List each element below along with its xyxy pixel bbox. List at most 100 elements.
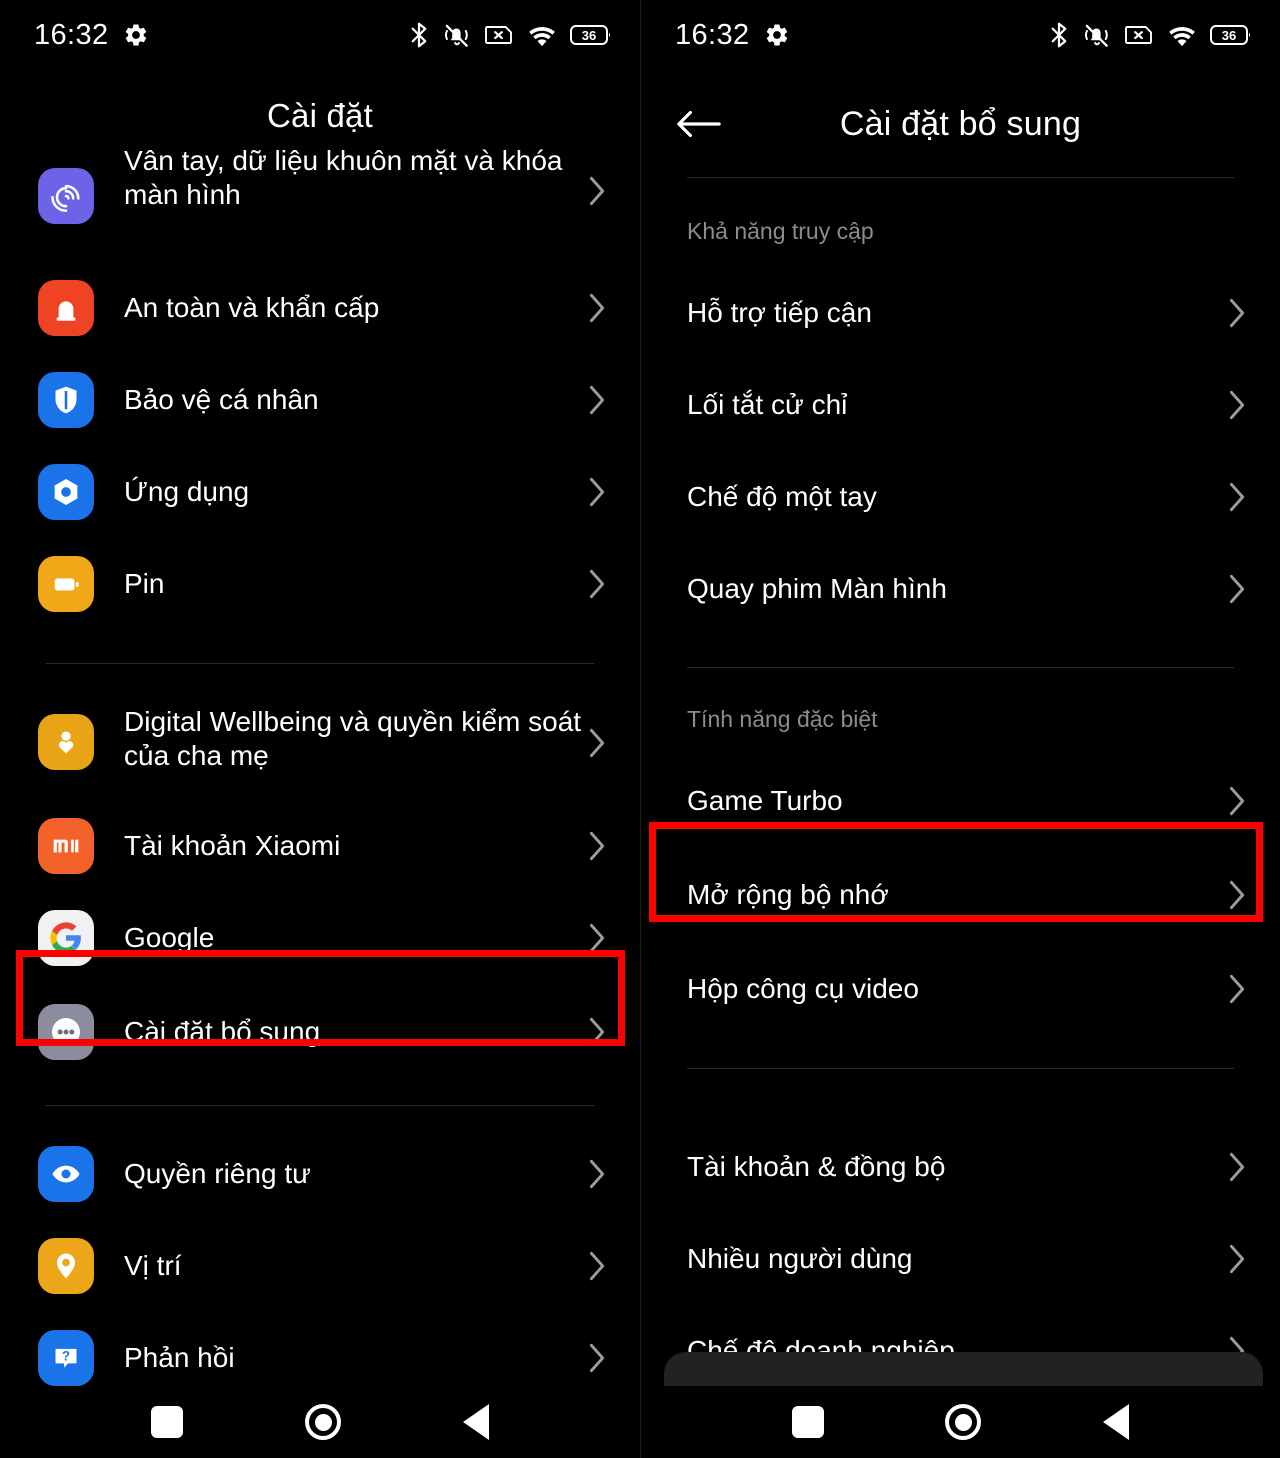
chevron-right-icon (582, 1341, 612, 1375)
list-item-accounts-sync[interactable]: Tài khoản & đồng bộ (641, 1121, 1280, 1213)
settings-list-group-1: Vân tay, dữ liệu khuôn mặt và khóa màn h… (0, 145, 640, 630)
eye-icon-wrap (38, 1146, 94, 1202)
battery-icon: 36 (1210, 22, 1254, 48)
nav-bar-left (0, 1386, 640, 1458)
battery-level-text: 36 (582, 28, 596, 43)
battery-level-text: 36 (1222, 28, 1236, 43)
chevron-right-icon (1222, 572, 1252, 606)
list-item-google[interactable]: Google (0, 892, 640, 984)
apps-hexagon-icon (38, 464, 94, 520)
svg-text:?: ? (62, 1348, 70, 1363)
nav-bar-right (641, 1386, 1280, 1458)
list-item-screen-recorder[interactable]: Quay phim Màn hình (641, 543, 1280, 635)
wifi-icon (527, 22, 557, 48)
list-item-label: Chế độ một tay (687, 480, 877, 512)
chevron-right-icon (582, 567, 612, 601)
chevron-right-icon (582, 829, 612, 863)
recents-square-icon[interactable] (151, 1406, 183, 1438)
gear-icon (123, 22, 149, 48)
chevron-right-icon (1222, 784, 1252, 818)
home-circle-icon[interactable] (945, 1404, 982, 1440)
chevron-right-icon (1222, 296, 1252, 330)
list-item-label: Vân tay, dữ liệu khuôn mặt và khóa màn h… (124, 145, 563, 211)
fingerprint-icon (38, 168, 94, 224)
shield-person-icon (38, 372, 94, 428)
google-g-icon (38, 910, 94, 966)
list-item-digital-wellbeing[interactable]: Digital Wellbeing và quyền kiểm soát của… (0, 692, 640, 800)
status-bar-left-group: 16:32 (34, 19, 149, 52)
list-item-apps[interactable]: Ứng dụng (0, 446, 640, 538)
back-triangle-icon[interactable] (1103, 1404, 1130, 1440)
list-item-label: Quyền riêng tư (124, 1157, 311, 1189)
list-item-label: Tài khoản & đồng bộ (687, 1150, 946, 1182)
bluetooth-icon (408, 20, 430, 50)
feedback-question-icon: ? (38, 1330, 94, 1386)
recents-square-icon[interactable] (791, 1406, 824, 1438)
left-phone-screen: 16:32 36 Cài đặt Vân tay, dữ liệu khuôn … (0, 0, 640, 1458)
list-item-safety-emergency[interactable]: An toàn và khẩn cấp (0, 262, 640, 354)
section-divider-1 (687, 667, 1234, 668)
list-item-label: Digital Wellbeing và quyền kiểm soát của… (124, 706, 582, 772)
wellbeing-person-icon-wrap (38, 714, 94, 770)
list-item-personal-protection[interactable]: Bảo vệ cá nhân (0, 354, 640, 446)
chevron-right-icon (1222, 1242, 1252, 1276)
list-item-label: Ứng dụng (124, 475, 250, 507)
battery-app-icon-wrap (38, 556, 94, 612)
list-item-xiaomi-account[interactable]: Tài khoản Xiaomi (0, 800, 640, 892)
list-item-additional-settings[interactable]: Cài đặt bổ sung (0, 984, 640, 1080)
list-item-label: Hộp công cụ video (687, 972, 919, 1004)
list-item-gesture-shortcuts[interactable]: Lối tắt cử chỉ (641, 359, 1280, 451)
chevron-right-icon (582, 475, 612, 509)
status-bar-clock: 16:32 (675, 18, 750, 51)
chevron-right-icon (582, 921, 612, 955)
chevron-right-icon (1222, 1150, 1252, 1184)
list-item-label: Google (124, 921, 215, 953)
battery-icon: 36 (570, 22, 614, 48)
settings-list-group-3: Quyền riêng tư Vị trí ? Phản hồi (0, 1128, 640, 1404)
list-item-label: Pin (124, 567, 165, 599)
list-item-location[interactable]: Vị trí (0, 1220, 640, 1312)
wifi-icon (1167, 22, 1197, 48)
bluetooth-icon (1048, 20, 1070, 50)
more-dots-icon-wrap (38, 1004, 94, 1060)
chevron-right-icon (1222, 878, 1252, 912)
list-item-video-toolbox[interactable]: Hộp công cụ video (641, 943, 1280, 1035)
shield-person-icon-wrap (38, 372, 94, 428)
chevron-right-icon (1222, 972, 1252, 1006)
list-item-label: Tài khoản Xiaomi (124, 829, 341, 861)
list-item-multiple-users[interactable]: Nhiều người dùng (641, 1213, 1280, 1305)
bottom-sheet-peek[interactable] (664, 1352, 1263, 1390)
list-item-fingerprint[interactable]: Vân tay, dữ liệu khuôn mặt và khóa màn h… (0, 145, 640, 262)
list-item-label: Nhiều người dùng (687, 1242, 913, 1274)
mi-logo-icon (38, 818, 94, 874)
list-item-one-handed-mode[interactable]: Chế độ một tay (641, 451, 1280, 543)
chevron-right-icon (1222, 388, 1252, 422)
list-item-accessibility[interactable]: Hỗ trợ tiếp cận (641, 267, 1280, 359)
emergency-siren-icon (38, 280, 94, 336)
location-pin-icon (38, 1238, 94, 1294)
settings-list-group-2: Digital Wellbeing và quyền kiểm soát của… (0, 692, 640, 1080)
group-divider-2 (46, 1105, 594, 1106)
list-item-label: Hỗ trợ tiếp cận (687, 296, 872, 328)
list-item-game-turbo[interactable]: Game Turbo (641, 755, 1280, 847)
silent-vibrate-icon (1083, 21, 1111, 49)
list-item-battery[interactable]: Pin (0, 538, 640, 630)
chevron-right-icon (582, 726, 612, 760)
right-title-bar: Cài đặt bổ sung (641, 70, 1280, 178)
page-title: Cài đặt bổ sung (839, 104, 1082, 143)
list-item-memory-extension[interactable]: Mở rộng bộ nhớ (641, 847, 1280, 943)
list-item-label: Vị trí (124, 1249, 182, 1281)
list-item-label: Bảo vệ cá nhân (124, 383, 319, 415)
list-item-label: Lối tắt cử chỉ (687, 388, 848, 420)
fingerprint-icon-wrap (38, 168, 94, 224)
list-item-privacy[interactable]: Quyền riêng tư (0, 1128, 640, 1220)
status-bar-right-group: 36 (1048, 20, 1254, 50)
arrow-left-icon[interactable] (671, 96, 727, 152)
home-circle-icon[interactable] (305, 1404, 341, 1440)
section-divider-2 (687, 1068, 1234, 1069)
section-header-accessibility: Khả năng truy cập (687, 217, 874, 244)
chevron-right-icon (582, 1015, 612, 1049)
status-bar-right: 16:32 36 (641, 0, 1280, 70)
back-triangle-icon[interactable] (463, 1404, 489, 1440)
emergency-siren-icon-wrap (38, 280, 94, 336)
